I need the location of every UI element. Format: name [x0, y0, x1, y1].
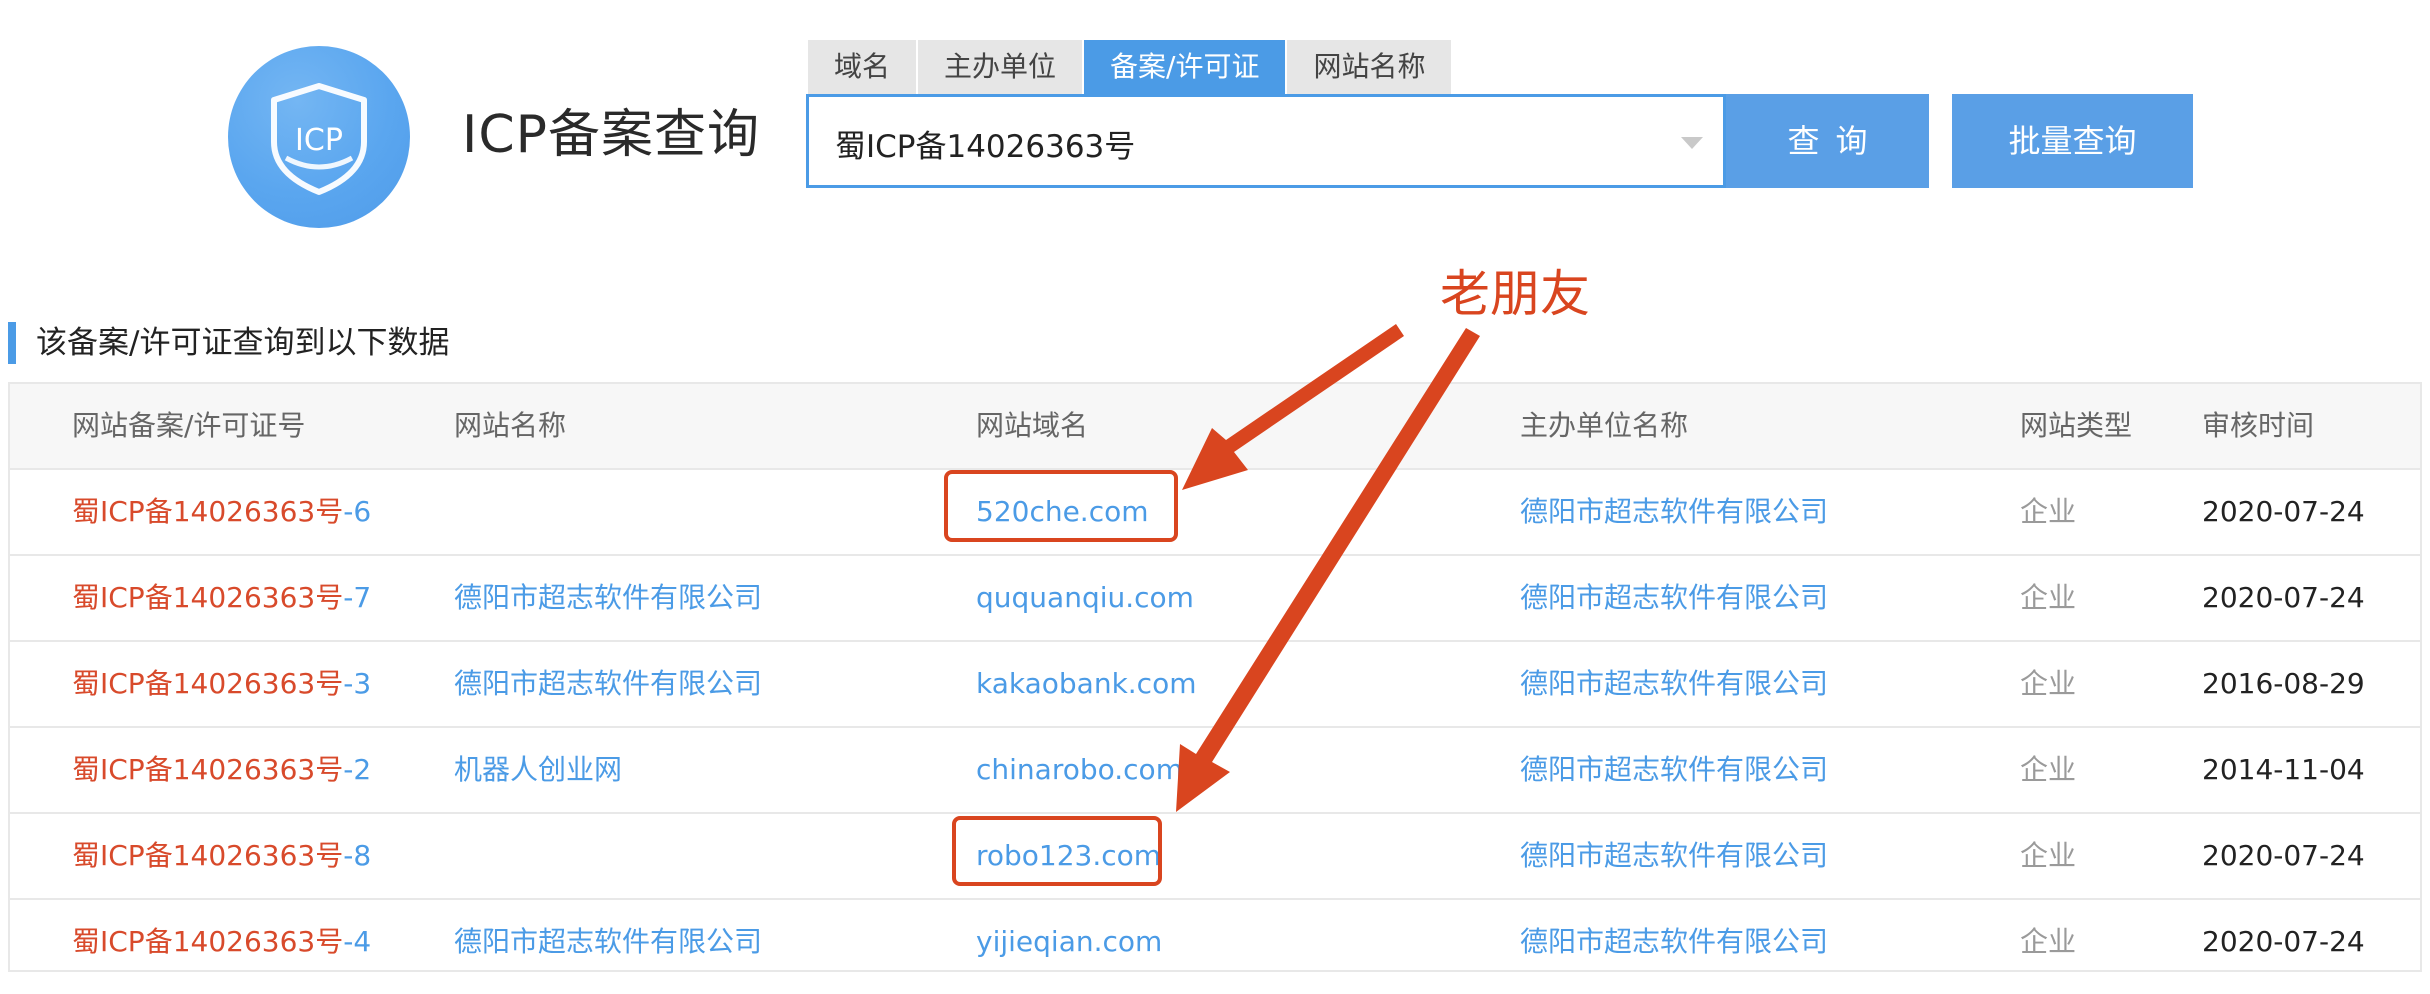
arrow-to-520che: [1182, 324, 1404, 490]
annotation-arrows: [1176, 324, 1480, 812]
arrow-to-robo123: [1176, 328, 1480, 812]
